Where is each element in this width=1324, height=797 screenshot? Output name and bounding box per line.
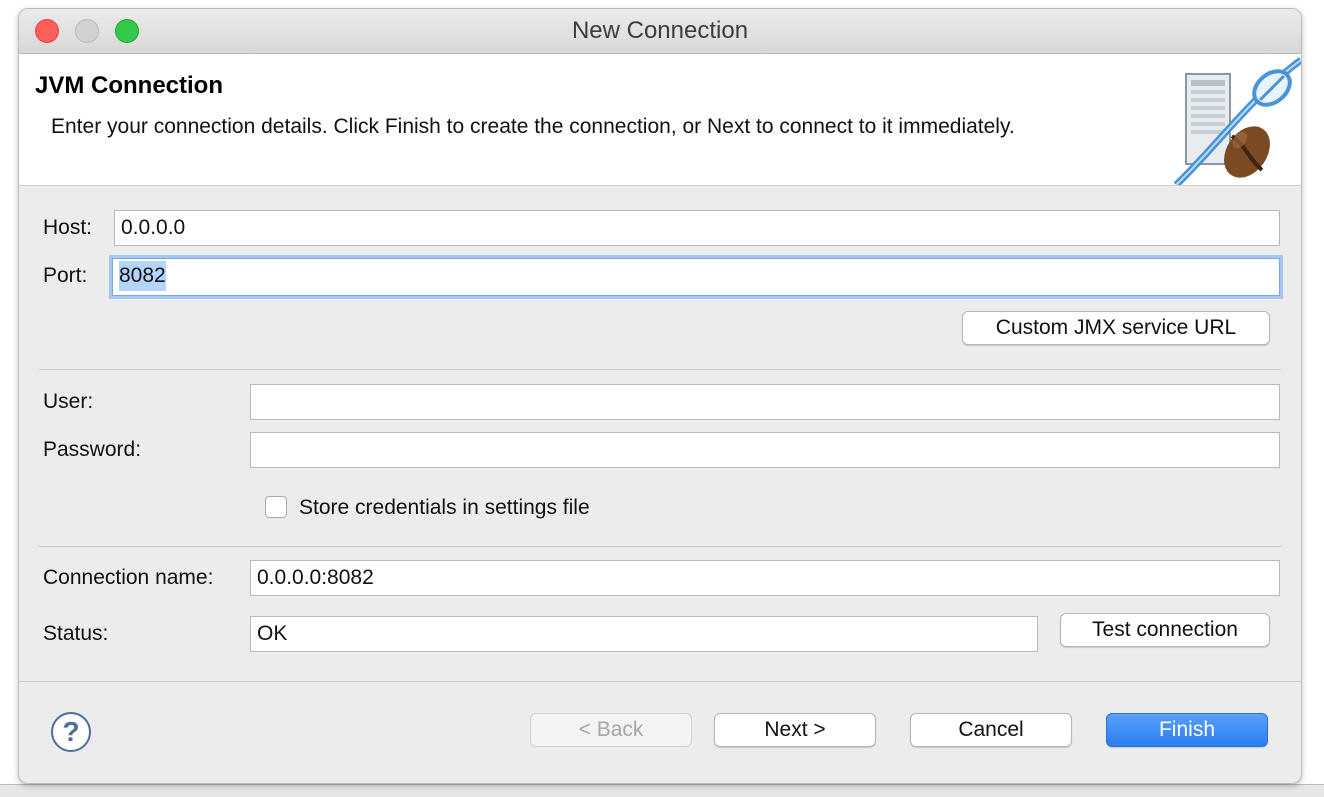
next-button[interactable]: Next > (714, 713, 876, 747)
user-label: User: (43, 390, 94, 413)
user-input[interactable] (250, 384, 1280, 420)
title-bar[interactable]: New Connection (19, 9, 1301, 54)
connection-name-input[interactable]: 0.0.0.0:8082 (250, 560, 1280, 596)
password-label: Password: (43, 438, 142, 461)
status-label: Status: (43, 622, 109, 645)
wizard-page-description: Enter your connection details. Click Fin… (51, 115, 1015, 138)
host-label: Host: (43, 216, 93, 239)
cancel-button[interactable]: Cancel (910, 713, 1072, 747)
wizard-banner: JVM Connection Enter your connection det… (19, 54, 1301, 186)
back-button[interactable]: < Back (530, 713, 692, 747)
finish-button[interactable]: Finish (1106, 713, 1268, 747)
store-credentials-label[interactable]: Store credentials in settings file (299, 496, 590, 520)
port-value: 8082 (119, 261, 166, 291)
store-credentials-checkbox[interactable] (265, 496, 287, 518)
status-field: OK (250, 616, 1038, 652)
connection-name-label: Connection name: (43, 566, 214, 589)
host-input[interactable]: 0.0.0.0 (114, 210, 1280, 246)
connection-name-value: 0.0.0.0:8082 (257, 566, 374, 589)
new-connection-dialog: New Connection JVM Connection Enter your… (18, 8, 1302, 784)
section-divider (39, 546, 1281, 547)
test-connection-button[interactable]: Test connection (1060, 613, 1270, 647)
custom-jmx-service-url-button[interactable]: Custom JMX service URL (962, 311, 1270, 345)
password-input[interactable] (250, 432, 1280, 468)
window-title: New Connection (571, 17, 749, 44)
port-label: Port: (43, 264, 88, 287)
wizard-page-title: JVM Connection (35, 72, 224, 99)
port-input[interactable]: 8082 (112, 258, 1280, 296)
footer-divider (19, 681, 1301, 682)
status-value: OK (257, 622, 288, 645)
host-value: 0.0.0.0 (121, 216, 186, 239)
jvm-server-coffee-bean-icon (1174, 57, 1301, 185)
desktop-background (0, 784, 1324, 797)
help-icon[interactable]: ? (51, 712, 91, 752)
section-divider (39, 369, 1281, 370)
